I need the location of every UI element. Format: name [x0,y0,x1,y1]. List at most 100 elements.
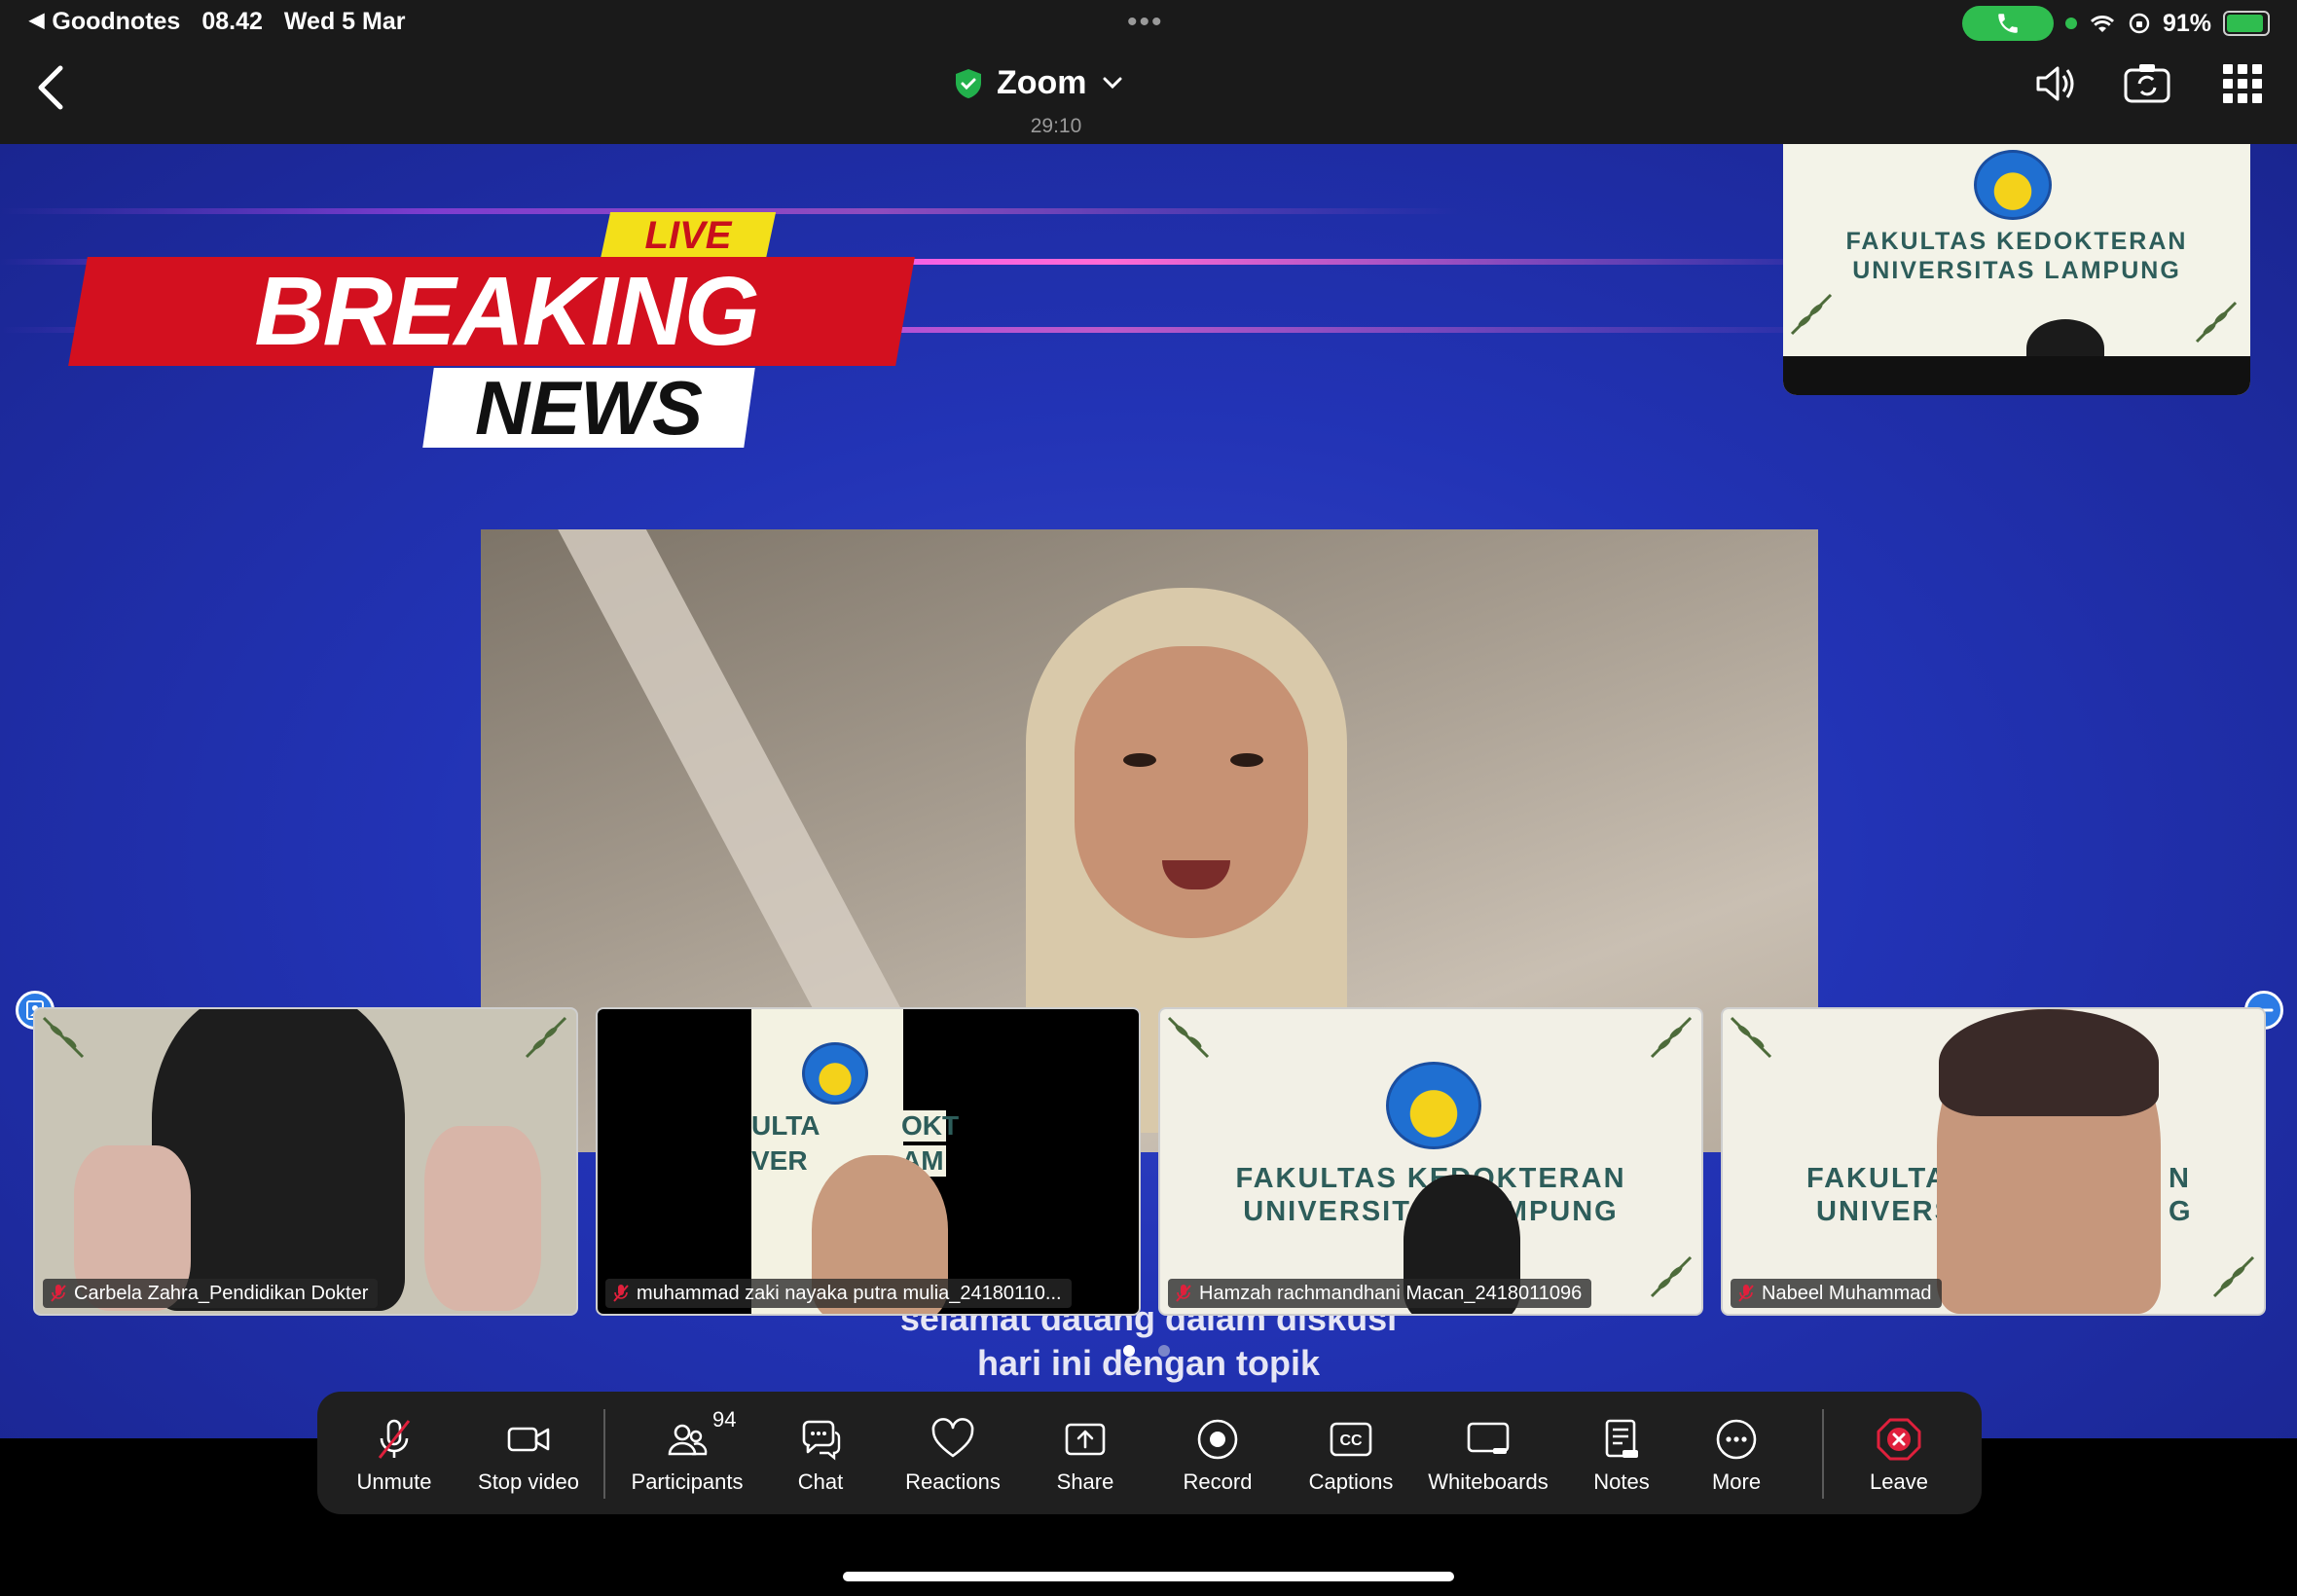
home-indicator[interactable] [843,1572,1454,1581]
leaf-decoration [1650,1255,1693,1298]
stop-video-button[interactable]: Stop video [465,1392,592,1514]
notes-label: Notes [1593,1469,1650,1494]
mic-muted-icon [378,1419,411,1459]
battery-icon [2223,11,2270,36]
university-logo [1386,1062,1481,1149]
leaf-decoration [2195,301,2238,344]
whiteboards-button[interactable]: Whiteboards [1415,1392,1561,1514]
captions-button[interactable]: CC Captions [1293,1392,1409,1514]
participants-count-badge: 94 [712,1407,737,1432]
page-dot[interactable] [1158,1345,1170,1357]
live-label: LIVE [644,214,732,257]
notes-icon [1605,1419,1638,1458]
leaf-decoration [1167,1016,1210,1059]
rotation-lock-icon [2129,13,2150,34]
leave-button[interactable]: Leave [1845,1392,1952,1514]
participant-hair [1939,1009,2159,1116]
mic-muted-icon [1176,1285,1191,1302]
multitasking-dots-icon[interactable]: ••• [1127,6,1164,39]
captions-label: Captions [1308,1469,1394,1494]
participant-name-label: Hamzah rachmandhani Macan_2418011096 [1168,1279,1592,1308]
news-label: NEWS [475,365,703,451]
record-button[interactable]: Record [1164,1392,1271,1514]
wifi-icon [2090,16,2114,32]
participants-icon [668,1424,708,1456]
self-view-bar [1783,356,2250,395]
background-text: N [2169,1163,2189,1194]
leaf-decoration [2212,1255,2255,1298]
switch-camera-icon[interactable] [2122,58,2172,109]
self-view-text-line2: UNIVERSITAS LAMPUNG [1852,257,2181,284]
status-time: 08.42 [201,8,263,35]
unmute-label: Unmute [356,1469,432,1494]
background-text: ULTA [751,1110,820,1141]
mic-in-use-indicator [2064,18,2077,29]
reactions-label: Reactions [905,1469,1001,1494]
stop-video-label: Stop video [478,1469,579,1494]
toolbar-separator [1822,1409,1824,1499]
speaker-eye [1123,753,1156,767]
speaker-icon[interactable] [2030,58,2081,109]
participant-name: Nabeel Muhammad [1762,1283,1932,1304]
meeting-header: Zoom 29:10 [0,47,2297,144]
page-dot-active[interactable] [1123,1345,1135,1357]
mic-muted-icon [613,1285,629,1302]
active-call-pill[interactable] [1961,6,2054,41]
closed-captions-icon: CC [1330,1422,1372,1457]
chat-label: Chat [797,1469,844,1494]
chevron-down-icon [1103,77,1122,89]
back-to-app-label[interactable]: Goodnotes [52,8,180,36]
unmute-button[interactable]: Unmute [341,1392,448,1514]
chat-button[interactable]: Chat [767,1392,874,1514]
notes-button[interactable]: Notes [1573,1392,1670,1514]
participant-tile[interactable]: ULTA VER OKT AM muhammad zaki nayaka put… [596,1007,1141,1316]
leaf-decoration [1650,1016,1693,1059]
background-text: OKT [901,1110,960,1142]
leave-icon [1877,1418,1921,1461]
leaf-decoration [525,1016,567,1059]
status-date: Wed 5 Mar [283,8,406,35]
record-icon [1197,1419,1238,1460]
phone-icon [1998,14,2018,33]
grid-view-icon[interactable] [2217,58,2268,109]
share-label: Share [1056,1469,1114,1494]
record-label: Record [1183,1469,1253,1494]
reactions-button[interactable]: Reactions [890,1392,1016,1514]
leaf-decoration [1790,293,1833,336]
more-label: More [1711,1469,1762,1494]
meeting-title: Zoom [997,64,1087,101]
mic-muted-icon [51,1285,66,1302]
self-view-text-line1: FAKULTAS KEDOKTERAN [1845,228,2188,255]
participant-name-label: Carbela Zahra_Pendidikan Dokter [43,1279,379,1308]
meeting-timer: 29:10 [1030,115,1082,137]
back-chevron-icon[interactable] [27,60,76,115]
participant-tile[interactable]: FAKULTAS UNIVERSI N G Nabeel Muhammad [1721,1007,2266,1316]
caption-line-2: hari ini dengan topik [976,1343,1321,1383]
participant-name: muhammad zaki nayaka putra mulia_2418011… [637,1283,1062,1304]
speaker-eye [1230,753,1263,767]
leaf-decoration [1730,1016,1772,1059]
mic-muted-icon [1738,1285,1754,1302]
background-text: G [2169,1196,2191,1227]
svg-text:CC: CC [1339,1433,1363,1449]
participant-name-label: muhammad zaki nayaka putra mulia_2418011… [605,1279,1072,1308]
share-screen-icon [1065,1423,1106,1456]
more-button[interactable]: More [1688,1392,1785,1514]
participant-name-label: Nabeel Muhammad [1731,1279,1942,1308]
meeting-title-dropdown[interactable]: Zoom [954,64,1124,102]
encryption-shield-icon [956,68,981,98]
live-banner: LIVE [600,212,777,259]
more-dots-icon [1716,1419,1757,1460]
participants-label: Participants [631,1469,744,1494]
back-to-app-icon[interactable]: ◀ [29,8,44,36]
self-view-thumbnail[interactable]: FAKULTAS KEDOKTERAN UNIVERSITAS LAMPUNG [1783,144,2250,395]
status-bar: ◀ Goodnotes 08.42 Wed 5 Mar ••• 91% [0,0,2297,47]
participant-tile[interactable]: FAKULTAS KEDOKTERAN UNIVERSITAS LAMPUNG … [1158,1007,1703,1316]
participant-arm [424,1126,541,1311]
share-button[interactable]: Share [1032,1392,1139,1514]
status-left: ◀ Goodnotes 08.42 Wed 5 Mar [29,8,405,36]
speaker-face [1075,646,1308,938]
participant-tile[interactable]: Carbela Zahra_Pendidikan Dokter [33,1007,578,1316]
participant-name: Hamzah rachmandhani Macan_2418011096 [1199,1283,1583,1304]
participant-name: Carbela Zahra_Pendidikan Dokter [74,1283,369,1304]
